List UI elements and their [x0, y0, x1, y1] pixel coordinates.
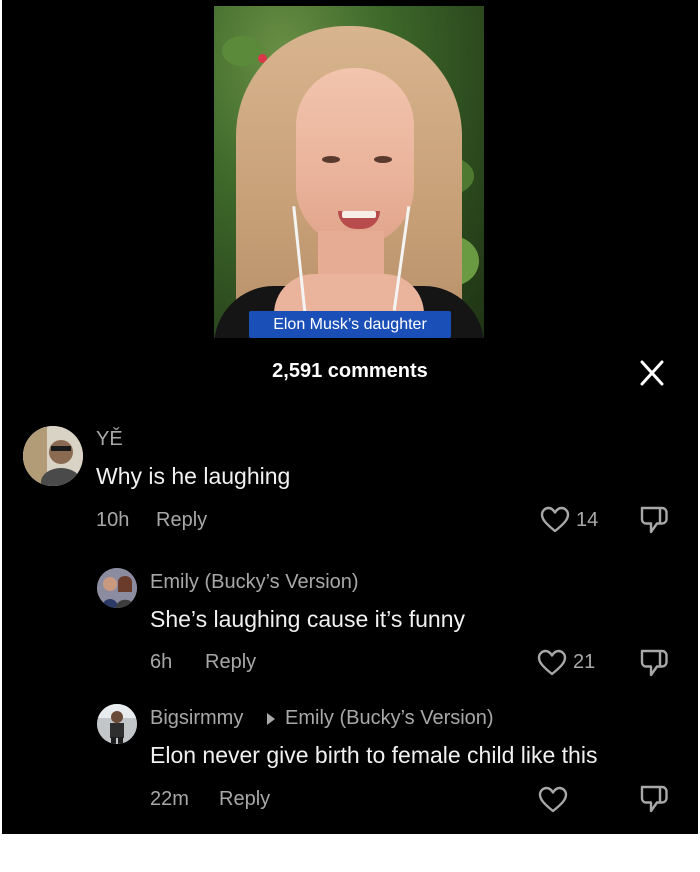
comment-username[interactable]: YĚ	[96, 428, 123, 451]
reply-to-username[interactable]: Emily (Bucky’s Version)	[285, 707, 494, 730]
heart-icon	[537, 649, 567, 676]
teeth	[342, 211, 376, 218]
comment-username[interactable]: Emily (Bucky’s Version)	[150, 571, 359, 594]
comment-time: 22m	[150, 788, 189, 810]
dislike-icon	[640, 785, 668, 813]
foliage	[222, 36, 262, 66]
avatar[interactable]	[97, 568, 137, 608]
like-button[interactable]	[540, 506, 570, 539]
like-count: 14	[576, 509, 599, 531]
eye	[322, 156, 340, 163]
avatar[interactable]	[23, 426, 83, 486]
comment-text: Why is he laughing	[96, 463, 291, 489]
like-count: 21	[573, 651, 596, 673]
comment-time: 6h	[150, 651, 173, 673]
dislike-button[interactable]	[638, 648, 670, 683]
like-button[interactable]	[537, 649, 567, 682]
comment-text: Elon never give birth to female child li…	[150, 742, 598, 768]
comments-count: 2,591 comments	[272, 360, 428, 382]
like-button[interactable]	[538, 786, 568, 819]
dislike-button[interactable]	[638, 505, 670, 540]
close-button[interactable]	[636, 358, 668, 388]
heart-icon	[538, 786, 568, 813]
dislike-button[interactable]	[638, 784, 670, 819]
reply-button[interactable]: Reply	[205, 651, 256, 674]
avatar[interactable]	[97, 704, 137, 744]
close-icon	[640, 360, 664, 386]
heart-icon	[540, 506, 570, 533]
comment-text: She’s laughing cause it’s funny	[150, 606, 465, 632]
reply-arrow-icon	[267, 713, 275, 725]
dislike-icon	[640, 649, 668, 677]
video-thumbnail[interactable]	[214, 6, 484, 338]
video-caption: Elon Musk’s daughter	[249, 311, 451, 338]
dislike-icon	[640, 506, 668, 534]
eye	[374, 156, 392, 163]
reply-button[interactable]: Reply	[219, 788, 270, 811]
reply-button[interactable]: Reply	[156, 509, 207, 532]
comment-username[interactable]: Bigsirmmy	[150, 707, 243, 730]
comment-time: 10h	[96, 509, 130, 531]
